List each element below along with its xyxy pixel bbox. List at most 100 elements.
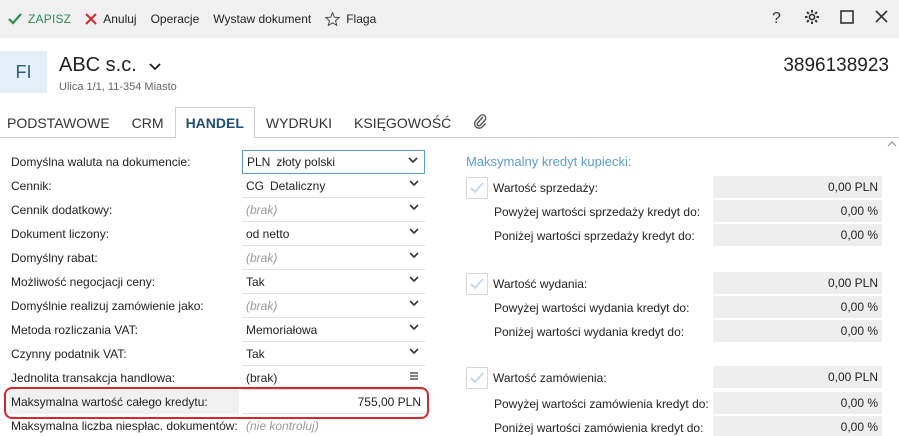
issue-document-label: Wystaw dokument: [213, 12, 312, 26]
credit-sub-row: Poniżej wartości sprzedaży kredyt do: 0,0…: [466, 224, 882, 248]
credit-row-label: Wartość zamówienia:: [493, 371, 607, 385]
form-row-select[interactable]: (brak): [242, 198, 425, 222]
form-row-select[interactable]: od netto: [242, 222, 425, 246]
credit-row-label: Powyżej wartości sprzedaży kredyt do:: [494, 205, 701, 219]
form-row: Cennik: CG Detaliczny: [0, 174, 440, 198]
issue-document-button[interactable]: Wystaw dokument: [206, 0, 318, 38]
form-row-select[interactable]: Tak: [242, 342, 425, 366]
form-row-value: (brak): [246, 202, 278, 217]
tab-podstawowe[interactable]: PODSTAWOWE: [0, 107, 121, 137]
credit-check-row: Wartość sprzedaży: 0,00 PLN: [466, 176, 882, 200]
credit-row-value[interactable]: 0,00 %: [713, 392, 882, 414]
form-row-select[interactable]: Tak: [242, 270, 425, 294]
company-address: Ulica 1/1, 11-354 Miasto: [59, 81, 177, 93]
credit-row-label: Poniżej wartości wydania kredyt do:: [494, 325, 685, 339]
credit-row-label: Powyżej wartości wydania kredyt do:: [494, 301, 690, 315]
tab-attachments[interactable]: [462, 107, 498, 137]
tab-bar: PODSTAWOWE CRM HANDEL WYDRUKI KSIĘGOWOŚĆ: [0, 107, 899, 138]
form-row-value: (brak): [246, 298, 278, 313]
form-row: Możliwość negocjacji ceny: Tak: [0, 270, 440, 294]
checkbox[interactable]: [466, 177, 488, 199]
gear-icon: [804, 9, 820, 30]
vertical-scrollbar[interactable]: [885, 138, 899, 436]
form-row: Metoda rozliczania VAT: Memoriałowa: [0, 318, 440, 342]
close-icon: [85, 13, 97, 25]
credit-row-value[interactable]: 0,00 %: [713, 320, 882, 342]
help-button[interactable]: ?: [759, 0, 794, 38]
form-row-select[interactable]: CG Detaliczny: [242, 174, 425, 198]
settings-button[interactable]: [794, 0, 829, 38]
chevron-down-icon: [408, 156, 418, 164]
scroll-up-icon[interactable]: [885, 138, 899, 150]
tab-handel[interactable]: HANDEL: [174, 107, 255, 138]
flag-button[interactable]: Flaga: [318, 0, 383, 38]
form-row-value: Detaliczny: [270, 178, 326, 193]
credit-row-value[interactable]: 0,00 %: [713, 224, 882, 246]
credit-row-label: Wartość sprzedaży:: [493, 181, 598, 195]
credit-limit-title: Maksymalny kredyt kupiecki:: [466, 154, 632, 169]
credit-row-value[interactable]: 0,00 %: [713, 200, 882, 222]
checkmark-icon: [470, 372, 484, 384]
highlight-frame: [4, 387, 429, 419]
tab-crm[interactable]: CRM: [121, 107, 175, 137]
form-row-value: (brak): [246, 250, 278, 265]
chevron-down-icon: [409, 323, 419, 331]
form-row-select[interactable]: PLN złoty polski: [242, 150, 425, 174]
chevron-down-icon: [409, 251, 419, 259]
tab-wydruki[interactable]: WYDRUKI: [255, 107, 343, 137]
checkbox[interactable]: [466, 273, 488, 295]
checkmark-icon: [470, 182, 484, 194]
form-row-select[interactable]: Memoriałowa: [242, 318, 425, 342]
form-row: Cennik dodatkowy: (brak): [0, 198, 440, 222]
checkbox[interactable]: [466, 367, 488, 389]
credit-row-value[interactable]: 0,00 %: [713, 416, 882, 436]
close-window-icon: [875, 10, 888, 28]
form-row-value: (brak): [246, 370, 278, 385]
form-row-label: Cennik dodatkowy:: [11, 203, 113, 217]
tab-ksiegowosc[interactable]: KSIĘGOWOŚĆ: [343, 107, 462, 137]
credit-row-value[interactable]: 0,00 PLN: [713, 176, 882, 198]
credit-sub-row: Powyżej wartości sprzedaży kredyt do: 0,0…: [466, 200, 882, 224]
document-type-badge: FI: [0, 51, 47, 93]
maximize-button[interactable]: [829, 0, 864, 38]
checkmark-icon: [8, 13, 22, 25]
operations-button[interactable]: Operacje: [144, 0, 207, 38]
form-row-label: Możliwość negocjacji ceny:: [11, 275, 156, 289]
chevron-down-icon: [409, 275, 419, 283]
credit-row-value[interactable]: 0,00 %: [713, 296, 882, 318]
form-row-label: Dokument liczony:: [11, 227, 110, 241]
form-row-value: (nie kontroluj): [246, 418, 319, 433]
form-row-label: Metoda rozliczania VAT:: [11, 323, 138, 337]
form-row-label: Domyślna waluta na dokumencie:: [11, 155, 191, 169]
credit-row-value[interactable]: 0,00 PLN: [713, 272, 882, 294]
star-icon: [325, 12, 341, 26]
form-row-value: Tak: [246, 346, 265, 361]
credit-check-row: Wartość wydania: 0,00 PLN: [466, 272, 882, 296]
credit-row-label: Poniżej wartości zamówienia kredyt do:: [494, 421, 704, 435]
cancel-button[interactable]: Anuluj: [78, 0, 143, 38]
company-selector[interactable]: ABC s.c.: [59, 54, 161, 77]
operations-label: Operacje: [150, 12, 200, 26]
credit-row-label: Powyżej wartości zamówienia kredyt do:: [494, 397, 709, 411]
paperclip-icon: [473, 112, 487, 133]
flag-label: Flaga: [346, 12, 377, 26]
form-row: Czynny podatnik VAT: Tak: [0, 342, 440, 366]
credit-sub-row: Poniżej wartości zamówienia kredyt do: 0,…: [466, 416, 882, 436]
select-code: PLN: [247, 155, 271, 169]
form-row-label: Jednolita transakcja handlowa:: [11, 371, 176, 385]
credit-row-value[interactable]: 0,00 PLN: [713, 366, 882, 388]
save-label: ZAPISZ: [28, 12, 72, 26]
form-row-label: Domyślny rabat:: [11, 251, 98, 265]
chevron-down-icon: [409, 179, 419, 187]
select-code: CG: [246, 178, 264, 193]
form-row: Domyślny rabat: (brak): [0, 246, 440, 270]
close-window-button[interactable]: [864, 0, 899, 38]
form-row-select[interactable]: (brak): [242, 246, 425, 270]
chevron-down-icon: [409, 347, 419, 355]
credit-row-label: Poniżej wartości sprzedaży kredyt do:: [494, 229, 695, 243]
help-icon: ?: [772, 10, 781, 27]
credit-row-label: Wartość wydania:: [493, 277, 588, 291]
save-button[interactable]: ZAPISZ: [0, 0, 78, 38]
form-row-select[interactable]: (brak): [242, 294, 425, 318]
chevron-down-icon: [149, 58, 161, 74]
